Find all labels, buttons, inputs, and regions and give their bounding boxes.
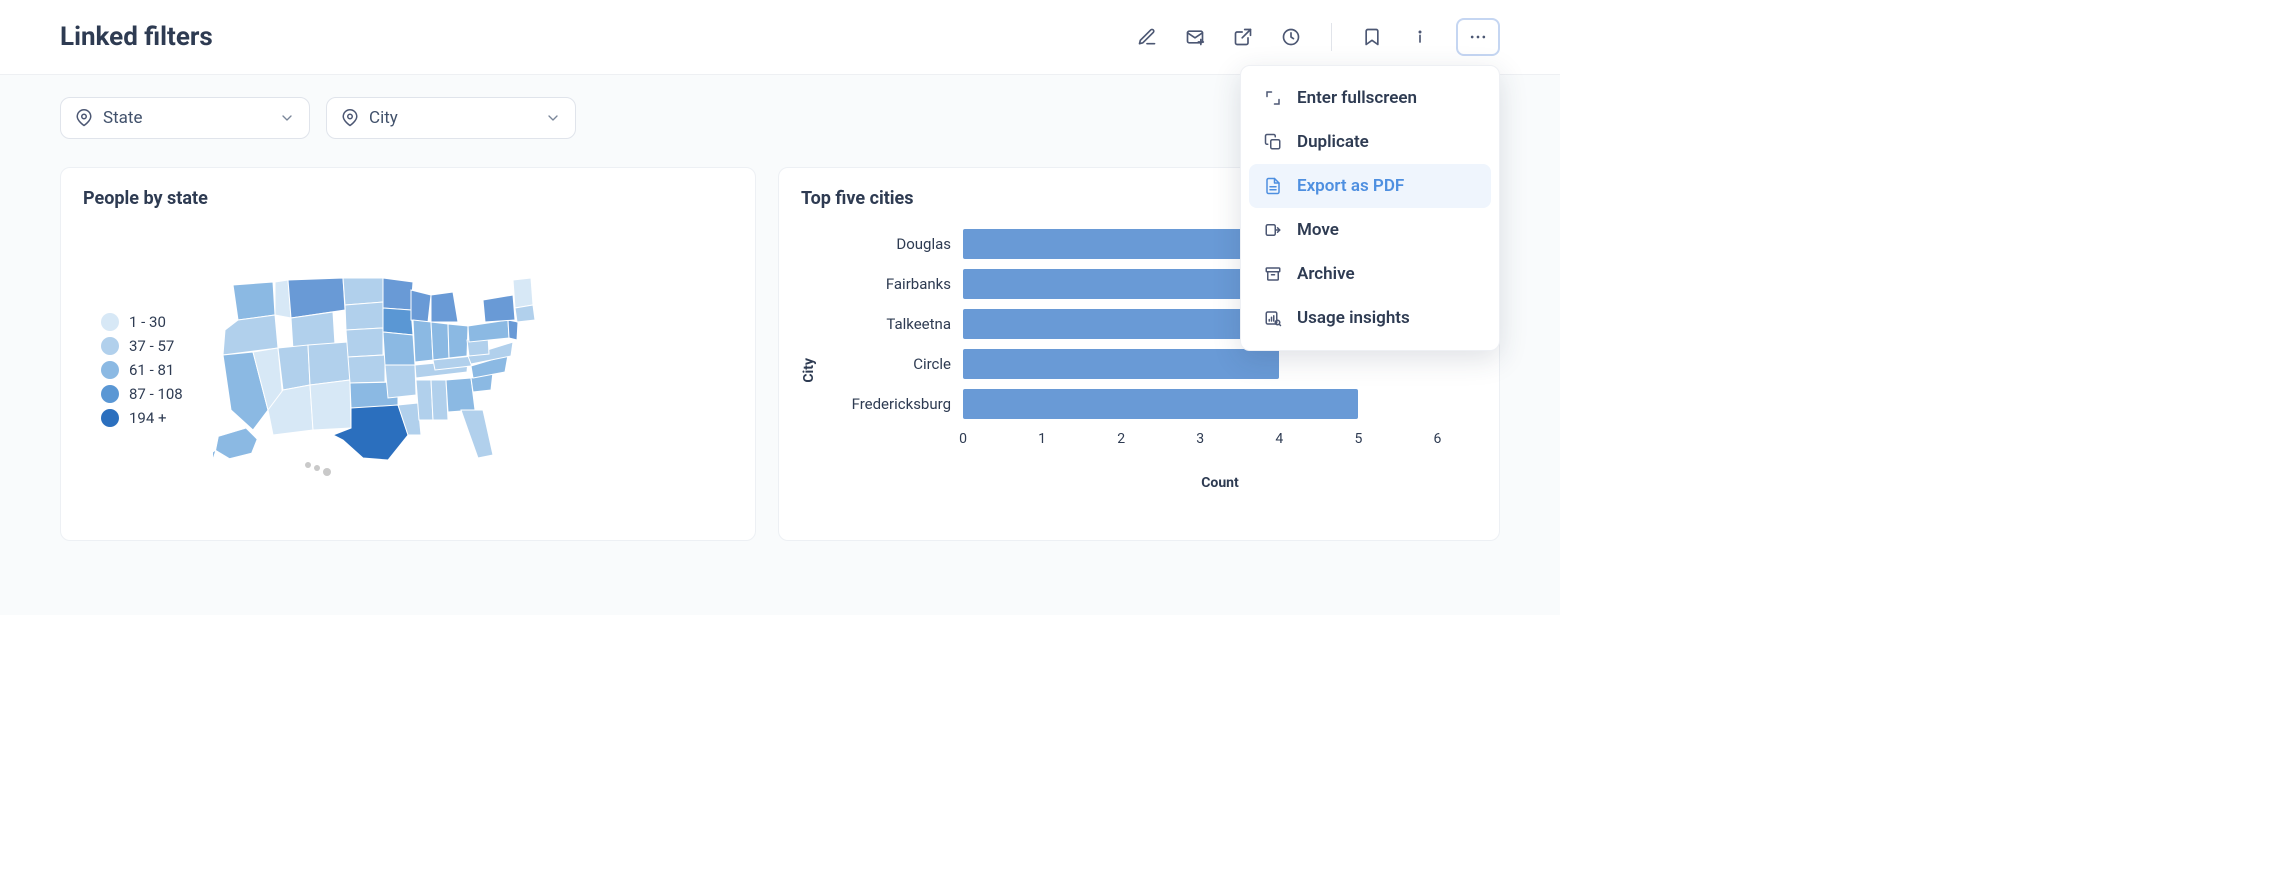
chevron-down-icon (545, 110, 561, 126)
dashboard-body: Enter fullscreen Duplicate Export as PDF… (0, 75, 1560, 615)
insights-icon (1263, 308, 1283, 328)
legend-item: 194 + (101, 409, 183, 427)
bar-track (963, 389, 1477, 419)
duplicate-icon (1263, 132, 1283, 152)
bar-label: Circle (823, 355, 963, 373)
menu-item-label: Duplicate (1297, 132, 1369, 152)
map-legend: 1 - 30 37 - 57 61 - 81 87 - 108 194 + (101, 313, 183, 427)
bar-fill (963, 229, 1279, 259)
x-tick: 4 (1275, 431, 1283, 447)
menu-item-label: Enter fullscreen (1297, 88, 1417, 108)
page-title: Linked filters (60, 22, 213, 52)
legend-swatch (101, 409, 119, 427)
filter-city[interactable]: City (326, 97, 576, 139)
menu-item-move[interactable]: Move (1249, 208, 1491, 252)
edit-pencil-icon[interactable] (1135, 25, 1159, 49)
x-tick: 6 (1434, 431, 1442, 447)
legend-label: 194 + (129, 409, 167, 427)
menu-item-label: Archive (1297, 264, 1355, 284)
bar-row[interactable]: Fredericksburg (823, 389, 1477, 419)
archive-icon (1263, 264, 1283, 284)
bar-fill (963, 309, 1279, 339)
y-axis-label: City (801, 358, 817, 383)
menu-item-label: Move (1297, 220, 1339, 240)
bar-track (963, 349, 1477, 379)
x-axis-label: Count (963, 475, 1477, 491)
pin-icon (341, 109, 359, 127)
legend-item: 1 - 30 (101, 313, 183, 331)
legend-label: 87 - 108 (129, 385, 183, 403)
menu-item-export-pdf[interactable]: Export as PDF (1249, 164, 1491, 208)
menu-item-usage-insights[interactable]: Usage insights (1249, 296, 1491, 340)
header-actions (1135, 18, 1500, 56)
more-actions-menu: Enter fullscreen Duplicate Export as PDF… (1240, 65, 1500, 351)
legend-label: 37 - 57 (129, 337, 174, 355)
legend-swatch (101, 361, 119, 379)
menu-item-label: Export as PDF (1297, 176, 1404, 196)
move-icon (1263, 220, 1283, 240)
more-actions-button[interactable] (1456, 18, 1500, 56)
info-icon[interactable] (1408, 25, 1432, 49)
menu-item-duplicate[interactable]: Duplicate (1249, 120, 1491, 164)
bar-fill (963, 269, 1279, 299)
x-axis: 0123456 (963, 431, 1477, 449)
toolbar-divider (1331, 23, 1332, 51)
bookmark-icon[interactable] (1360, 25, 1384, 49)
document-icon (1263, 176, 1283, 196)
legend-swatch (101, 385, 119, 403)
subscription-icon[interactable] (1183, 25, 1207, 49)
legend-item: 87 - 108 (101, 385, 183, 403)
legend-label: 1 - 30 (129, 313, 166, 331)
bar-label: Talkeetna (823, 315, 963, 333)
chevron-down-icon (279, 110, 295, 126)
x-tick: 1 (1038, 431, 1046, 447)
filter-label: City (369, 108, 398, 128)
card-title: People by state (83, 188, 733, 209)
legend-item: 61 - 81 (101, 361, 183, 379)
menu-item-archive[interactable]: Archive (1249, 252, 1491, 296)
share-icon[interactable] (1231, 25, 1255, 49)
legend-swatch (101, 337, 119, 355)
x-tick: 2 (1117, 431, 1125, 447)
legend-label: 61 - 81 (129, 361, 174, 379)
bar-row[interactable]: Circle (823, 349, 1477, 379)
legend-swatch (101, 313, 119, 331)
bar-label: Fairbanks (823, 275, 963, 293)
card-people-by-state: People by state 1 - 30 37 - 57 61 - 81 8… (60, 167, 756, 541)
fullscreen-icon (1263, 88, 1283, 108)
x-tick: 0 (959, 431, 967, 447)
menu-item-enter-fullscreen[interactable]: Enter fullscreen (1249, 76, 1491, 120)
us-map[interactable] (213, 260, 553, 480)
bar-label: Fredericksburg (823, 395, 963, 413)
menu-item-label: Usage insights (1297, 308, 1410, 328)
bar-fill (963, 349, 1279, 379)
bar-fill (963, 389, 1358, 419)
map-content: 1 - 30 37 - 57 61 - 81 87 - 108 194 + (83, 225, 733, 515)
legend-item: 37 - 57 (101, 337, 183, 355)
filter-label: State (103, 108, 142, 128)
auto-refresh-icon[interactable] (1279, 25, 1303, 49)
bar-label: Douglas (823, 235, 963, 253)
header-bar: Linked filters (0, 0, 1560, 75)
x-tick: 5 (1354, 431, 1362, 447)
filter-state[interactable]: State (60, 97, 310, 139)
x-tick: 3 (1196, 431, 1204, 447)
pin-icon (75, 109, 93, 127)
